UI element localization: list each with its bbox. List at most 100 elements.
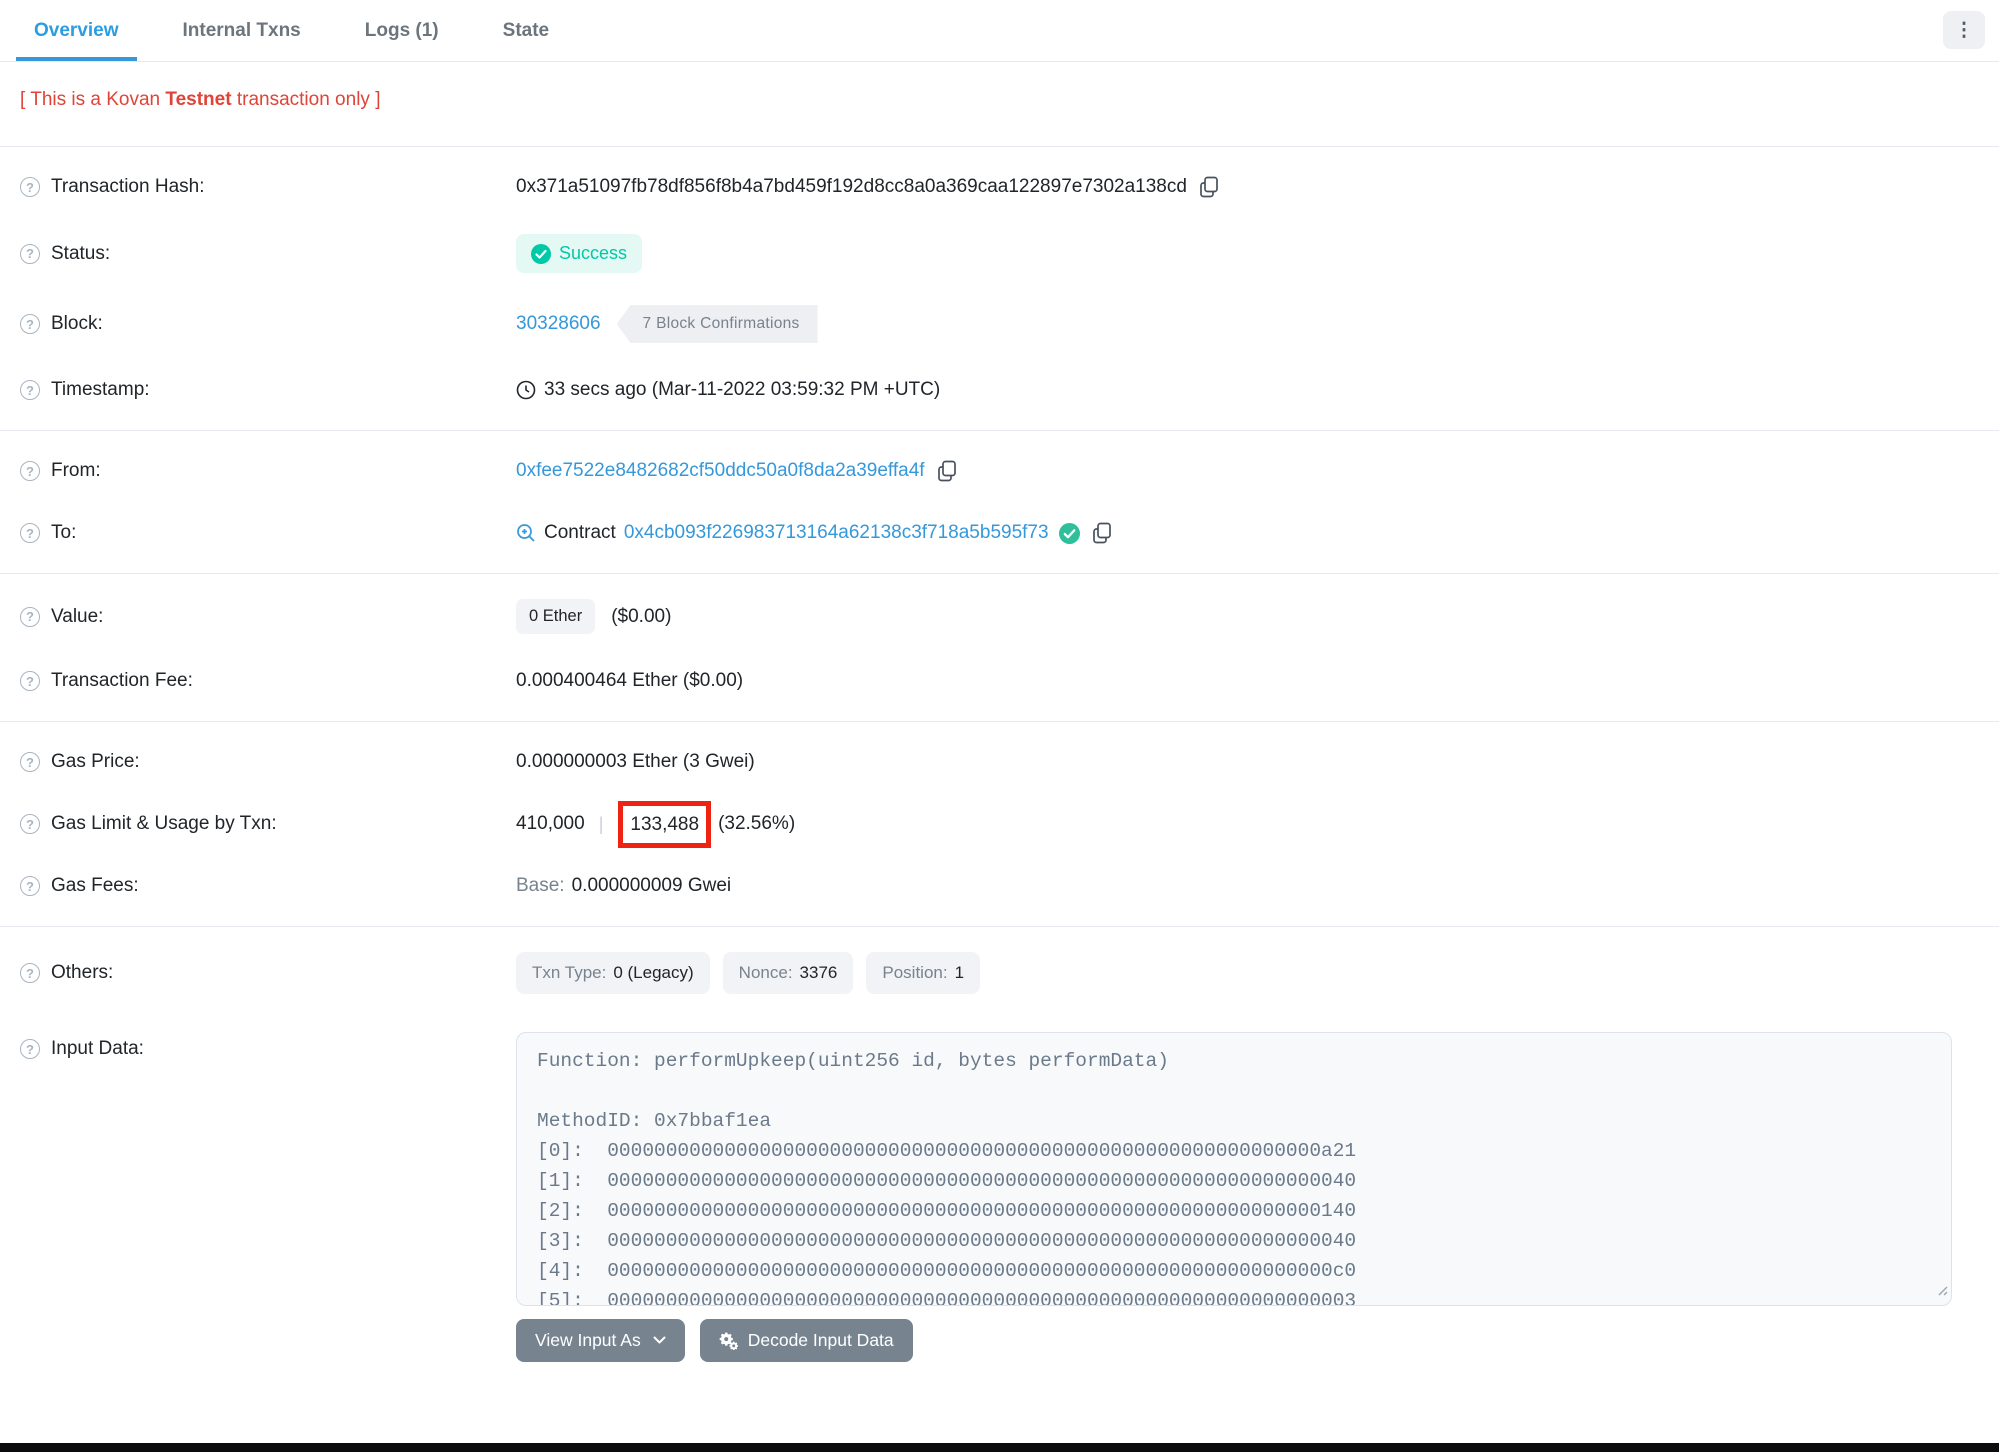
gas-price-label: Gas Price: bbox=[51, 751, 140, 772]
help-icon[interactable]: ? bbox=[20, 243, 40, 264]
to-contract-prefix: Contract bbox=[544, 522, 616, 543]
gas-used-percent: (32.56%) bbox=[718, 813, 796, 834]
block-confirmations-badge: 7 Block Confirmations bbox=[616, 305, 818, 343]
window-bottom-edge bbox=[0, 1443, 1999, 1452]
gas-fees-label: Gas Fees: bbox=[51, 875, 139, 896]
verified-check-icon bbox=[1058, 522, 1080, 544]
timestamp-value: 33 secs ago (Mar-11-2022 03:59:32 PM +UT… bbox=[544, 379, 941, 400]
gas-used-value: 133,488 bbox=[630, 813, 700, 835]
help-icon[interactable]: ? bbox=[20, 523, 40, 543]
nonce-key: Nonce: bbox=[738, 963, 793, 982]
help-icon[interactable]: ? bbox=[20, 461, 40, 481]
gas-limit-usage-label: Gas Limit & Usage by Txn: bbox=[51, 813, 277, 834]
tab-internal-txns[interactable]: Internal Txns bbox=[165, 0, 319, 61]
transaction-fee-value: 0.000400464 Ether ($0.00) bbox=[516, 670, 744, 691]
row-timestamp: ? Timestamp: 33 secs ago (Mar-11-2022 03… bbox=[0, 359, 1999, 421]
help-icon[interactable]: ? bbox=[20, 876, 40, 896]
help-icon[interactable]: ? bbox=[20, 1039, 40, 1059]
to-address-link[interactable]: 0x4cb093f226983713164a62138c3f718a5b595f… bbox=[624, 522, 1049, 544]
row-from: ? From: 0xfee7522e8482682cf50ddc50a0f8da… bbox=[0, 440, 1999, 502]
gas-used-annotation-box: 133,488 bbox=[618, 800, 712, 848]
copy-icon[interactable] bbox=[1199, 176, 1219, 198]
help-icon[interactable]: ? bbox=[20, 814, 40, 834]
gas-price-value: 0.000000003 Ether (3 Gwei) bbox=[516, 751, 755, 772]
row-value: ? Value: 0 Ether ($0.00) bbox=[0, 583, 1999, 650]
resize-grip-icon[interactable] bbox=[1934, 1280, 1948, 1302]
decode-input-data-label: Decode Input Data bbox=[747, 1330, 894, 1350]
block-label: Block: bbox=[51, 313, 103, 334]
help-icon[interactable]: ? bbox=[20, 671, 40, 691]
transaction-hash-label: Transaction Hash: bbox=[51, 176, 205, 197]
nonce-value: 3376 bbox=[799, 963, 838, 982]
kebab-menu-button[interactable]: ⋮ bbox=[1943, 11, 1985, 49]
zoom-in-icon[interactable] bbox=[516, 523, 536, 543]
row-gas-price: ? Gas Price: 0.000000003 Ether (3 Gwei) bbox=[0, 731, 1999, 793]
help-icon[interactable]: ? bbox=[20, 380, 40, 400]
transaction-details-page: Overview Internal Txns Logs (1) State ⋮ … bbox=[0, 0, 1999, 1452]
tab-bar: Overview Internal Txns Logs (1) State ⋮ bbox=[0, 0, 1999, 62]
gas-separator: | bbox=[598, 813, 604, 834]
position-badge: Position: 1 bbox=[866, 952, 981, 994]
row-to: ? To: Contract 0x4cb093f226983713164a621… bbox=[0, 502, 1999, 564]
tab-overview[interactable]: Overview bbox=[16, 0, 137, 61]
block-number-link[interactable]: 30328606 bbox=[516, 313, 601, 335]
copy-icon[interactable] bbox=[1092, 522, 1112, 544]
status-badge: Success bbox=[516, 234, 643, 273]
section-gas: ? Gas Price: 0.000000003 Ether (3 Gwei) … bbox=[0, 722, 1999, 927]
gas-fees-base-key: Base: bbox=[516, 875, 565, 896]
input-data-label: Input Data: bbox=[51, 1038, 144, 1059]
value-label: Value: bbox=[51, 605, 104, 627]
testnet-notice: [ This is a Kovan Testnet transaction on… bbox=[0, 62, 1999, 147]
view-input-as-label: View Input As bbox=[535, 1330, 641, 1350]
timestamp-label: Timestamp: bbox=[51, 379, 150, 400]
gas-limit-value: 410,000 bbox=[516, 813, 585, 834]
testnet-notice-prefix: [ This is a Kovan bbox=[20, 89, 166, 110]
nonce-badge: Nonce: 3376 bbox=[722, 952, 854, 994]
section-others-input: ? Others: Txn Type: 0 (Legacy) Nonce: 33… bbox=[0, 927, 1999, 1387]
clock-icon bbox=[516, 380, 536, 400]
row-others: ? Others: Txn Type: 0 (Legacy) Nonce: 33… bbox=[0, 936, 1999, 1010]
gas-fees-base-value: 0.000000009 Gwei bbox=[571, 875, 732, 896]
row-input-data: ? Input Data: Function: performUpkeep(ui… bbox=[0, 1010, 1999, 1378]
row-transaction-hash: ? Transaction Hash: 0x371a51097fb78df856… bbox=[0, 156, 1999, 218]
row-status: ? Status: Success bbox=[0, 218, 1999, 289]
section-value-fee: ? Value: 0 Ether ($0.00) ? Transaction F… bbox=[0, 574, 1999, 722]
txn-type-badge: Txn Type: 0 (Legacy) bbox=[516, 952, 710, 994]
section-overview-top: ? Transaction Hash: 0x371a51097fb78df856… bbox=[0, 147, 1999, 431]
section-addresses: ? From: 0xfee7522e8482682cf50ddc50a0f8da… bbox=[0, 431, 1999, 574]
testnet-notice-suffix: transaction only ] bbox=[231, 89, 381, 110]
help-icon[interactable]: ? bbox=[20, 314, 40, 334]
transaction-fee-label: Transaction Fee: bbox=[51, 670, 193, 691]
position-key: Position: bbox=[882, 963, 948, 982]
gears-icon bbox=[719, 1332, 738, 1350]
from-label: From: bbox=[51, 460, 101, 481]
others-label: Others: bbox=[51, 962, 114, 983]
help-icon[interactable]: ? bbox=[20, 752, 40, 772]
row-gas-fees: ? Gas Fees: Base: 0.000000009 Gwei bbox=[0, 855, 1999, 917]
transaction-hash-value: 0x371a51097fb78df856f8b4a7bd459f192d8cc8… bbox=[516, 176, 1187, 197]
chevron-down-icon bbox=[653, 1336, 666, 1344]
ether-value-badge: 0 Ether bbox=[516, 599, 596, 634]
to-label: To: bbox=[51, 522, 77, 543]
help-icon[interactable]: ? bbox=[20, 606, 40, 627]
tab-logs[interactable]: Logs (1) bbox=[347, 0, 457, 61]
row-block: ? Block: 30328606 7 Block Confirmations bbox=[0, 289, 1999, 359]
tab-state[interactable]: State bbox=[485, 0, 567, 61]
copy-icon bbox=[1200, 176, 1218, 198]
status-label: Status: bbox=[51, 242, 111, 264]
txn-type-key: Txn Type: bbox=[532, 963, 607, 982]
testnet-notice-bold: Testnet bbox=[165, 89, 232, 110]
check-circle-icon bbox=[531, 243, 551, 264]
input-data-actions: View Input As Decode Input Data bbox=[516, 1319, 1952, 1362]
position-value: 1 bbox=[954, 963, 965, 982]
row-transaction-fee: ? Transaction Fee: 0.000400464 Ether ($0… bbox=[0, 650, 1999, 712]
input-data-textarea[interactable]: Function: performUpkeep(uint256 id, byte… bbox=[516, 1032, 1952, 1306]
copy-icon[interactable] bbox=[937, 460, 957, 482]
decode-input-data-button[interactable]: Decode Input Data bbox=[699, 1319, 913, 1362]
from-address-link[interactable]: 0xfee7522e8482682cf50ddc50a0f8da2a39effa… bbox=[516, 460, 925, 482]
help-icon[interactable]: ? bbox=[20, 963, 40, 983]
help-icon[interactable]: ? bbox=[20, 177, 40, 197]
value-usd: ($0.00) bbox=[611, 605, 672, 627]
view-input-as-button[interactable]: View Input As bbox=[516, 1319, 685, 1362]
txn-type-value: 0 (Legacy) bbox=[613, 963, 694, 982]
